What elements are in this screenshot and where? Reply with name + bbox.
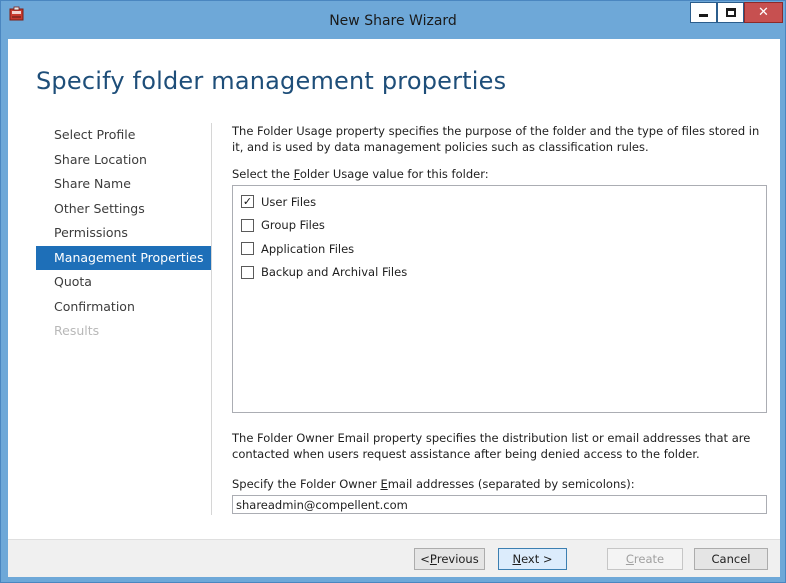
folder-owner-email-label: Specify the Folder Owner Email addresses…: [232, 477, 635, 491]
usage-option-backup-archival-files[interactable]: Backup and Archival Files: [241, 261, 766, 285]
minimize-button[interactable]: [690, 2, 717, 23]
folder-usage-label: Select the Folder Usage value for this f…: [232, 167, 489, 181]
nav-step-share-location[interactable]: Share Location: [36, 148, 212, 173]
checkbox-user-files[interactable]: ✓: [241, 195, 254, 209]
nav-step-management-properties[interactable]: Management Properties: [36, 245, 212, 270]
folder-usage-description: The Folder Usage property specifies the …: [232, 124, 760, 154]
management-properties-panel: The Folder Usage property specifies the …: [232, 123, 772, 514]
nav-step-permissions[interactable]: Permissions: [36, 221, 212, 246]
folder-owner-email-input[interactable]: [232, 495, 767, 514]
usage-option-label: User Files: [261, 194, 317, 209]
maximize-button[interactable]: [717, 2, 744, 23]
minimize-icon: [699, 14, 708, 17]
nav-divider: [211, 123, 212, 515]
usage-option-label: Group Files: [261, 218, 325, 233]
wizard-window: New Share Wizard ✕ Specify folder manage…: [0, 0, 786, 583]
wizard-footer: < Previous Next > Create Cancel: [8, 539, 780, 577]
checkbox-group-files[interactable]: [241, 218, 254, 232]
wizard-steps-nav: Select Profile Share Location Share Name…: [36, 123, 212, 344]
maximize-icon: [725, 8, 736, 17]
checkbox-application-files[interactable]: [241, 242, 254, 256]
usage-option-label: Backup and Archival Files: [261, 265, 408, 280]
usage-option-group-files[interactable]: Group Files: [241, 214, 766, 238]
folder-owner-email-description: The Folder Owner Email property specifie…: [232, 431, 751, 461]
close-icon: ✕: [758, 5, 769, 20]
wizard-body: Specify folder management properties Sel…: [8, 39, 780, 577]
nav-step-other-settings[interactable]: Other Settings: [36, 197, 212, 222]
nav-step-quota[interactable]: Quota: [36, 270, 212, 295]
next-button[interactable]: Next >: [498, 548, 567, 570]
usage-option-user-files[interactable]: ✓ User Files: [241, 190, 766, 214]
window-title: New Share Wizard: [329, 13, 457, 29]
previous-button[interactable]: < Previous: [414, 548, 485, 570]
close-button[interactable]: ✕: [744, 2, 783, 23]
checkmark-icon: ✓: [242, 195, 253, 209]
checkbox-backup-archival-files[interactable]: [241, 265, 254, 279]
usage-option-application-files[interactable]: Application Files: [241, 237, 766, 261]
usage-option-label: Application Files: [261, 241, 355, 256]
nav-step-confirmation[interactable]: Confirmation: [36, 295, 212, 320]
page-title: Specify folder management properties: [36, 67, 507, 95]
folder-usage-list[interactable]: ✓ User Files Group Files Application Fil…: [232, 185, 767, 413]
cancel-button[interactable]: Cancel: [694, 548, 768, 570]
title-bar[interactable]: New Share Wizard ✕: [1, 1, 785, 39]
create-button: Create: [607, 548, 683, 570]
nav-step-results: Results: [54, 323, 100, 338]
nav-step-share-name[interactable]: Share Name: [36, 172, 212, 197]
nav-step-select-profile[interactable]: Select Profile: [36, 123, 212, 148]
